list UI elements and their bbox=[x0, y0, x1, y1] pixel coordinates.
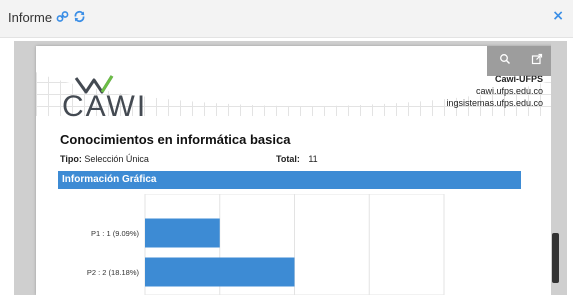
modal-header: Informe × bbox=[0, 0, 573, 38]
section-title: Información Gráfica bbox=[62, 174, 157, 185]
bar-chart: P1 : 1 (9.09%) P2 : 2 (18.18%) bbox=[58, 194, 521, 295]
type-field: Tipo: Selección Única bbox=[60, 154, 149, 164]
document-page: CAWI Cawi-UFPS cawi.ufps.edu.co ingsiste… bbox=[36, 46, 557, 295]
close-button[interactable]: × bbox=[552, 8, 564, 24]
type-label: Tipo: bbox=[60, 154, 82, 164]
org-site-1: cawi.ufps.edu.co bbox=[475, 86, 543, 96]
modal-title-text: Informe bbox=[8, 10, 53, 25]
document-title: Conocimientos en informática basica bbox=[60, 132, 291, 147]
chart-category-label: P1 : 1 (9.09%) bbox=[91, 229, 139, 238]
zoom-icon[interactable] bbox=[497, 53, 513, 69]
pdf-viewer[interactable]: CAWI Cawi-UFPS cawi.ufps.edu.co ingsiste… bbox=[14, 41, 567, 295]
open-external-icon[interactable] bbox=[529, 53, 545, 69]
org-info: Cawi-UFPS cawi.ufps.edu.co ingsistemas.u… bbox=[446, 73, 543, 109]
chart-category-label: P2 : 2 (18.18%) bbox=[87, 268, 140, 277]
viewer-scroll-thumb[interactable] bbox=[552, 233, 559, 283]
total-field: Total: 11 bbox=[276, 154, 318, 164]
link-icon[interactable] bbox=[56, 10, 69, 25]
type-value: Selección Única bbox=[84, 154, 149, 164]
chart-bar bbox=[145, 218, 220, 248]
cawi-logo: CAWI bbox=[62, 74, 162, 124]
modal-title: Informe bbox=[8, 10, 86, 25]
bar-chart-svg: P1 : 1 (9.09%) P2 : 2 (18.18%) bbox=[87, 194, 445, 295]
total-value: 11 bbox=[308, 154, 318, 164]
chart-bar bbox=[145, 257, 295, 287]
total-label: Total: bbox=[276, 154, 300, 164]
logo-text: CAWI bbox=[62, 90, 148, 123]
viewer-toolbar bbox=[487, 46, 557, 76]
org-site-2: ingsistemas.ufps.edu.co bbox=[446, 98, 543, 108]
refresh-icon[interactable] bbox=[73, 10, 86, 25]
section-header: Información Gráfica bbox=[58, 171, 521, 189]
